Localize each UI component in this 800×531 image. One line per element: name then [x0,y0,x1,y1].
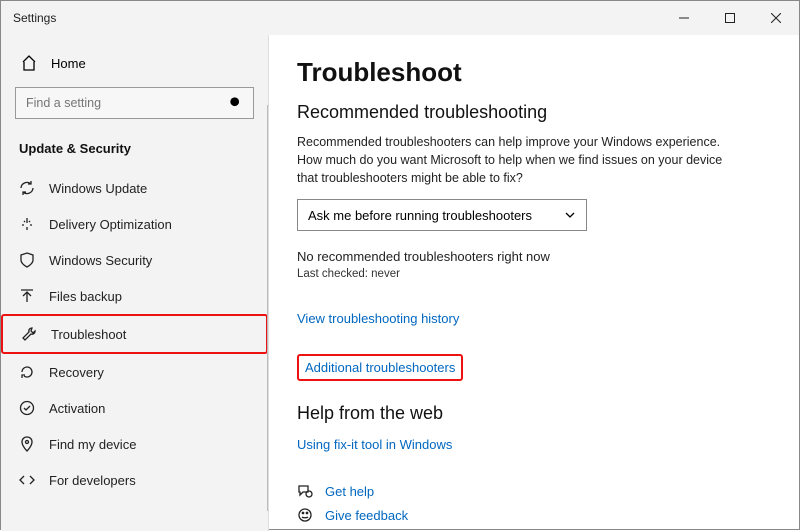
title-bar: Settings [1,1,799,35]
check-circle-icon [19,400,35,416]
sidebar-item-label: Delivery Optimization [49,217,172,232]
sidebar-item-label: Windows Security [49,253,152,268]
recovery-icon [19,364,35,380]
help-heading: Help from the web [297,403,771,424]
recommended-description: Recommended troubleshooters can help imp… [297,133,727,187]
sidebar-item-recovery[interactable]: Recovery [1,354,268,390]
get-help-icon [297,483,313,499]
give-feedback-row[interactable]: Give feedback [297,507,408,523]
chevron-down-icon [564,209,576,221]
troubleshoot-preference-dropdown[interactable]: Ask me before running troubleshooters [297,199,587,231]
maximize-button[interactable] [707,1,753,35]
sidebar-item-label: Files backup [49,289,122,304]
window-buttons [661,1,799,35]
sidebar-item-windows-security[interactable]: Windows Security [1,242,268,278]
sidebar-item-for-developers[interactable]: For developers [1,462,268,498]
view-history-link[interactable]: View troubleshooting history [297,311,459,326]
main-area: Home Update & Security Windows Update De… [1,35,799,531]
sidebar-item-label: Troubleshoot [51,327,126,342]
location-icon [19,436,35,452]
content-pane: Troubleshoot Recommended troubleshooting… [269,35,799,531]
close-button[interactable] [753,1,799,35]
window-title: Settings [13,11,56,25]
search-input[interactable] [26,96,210,110]
no-recommended-text: No recommended troubleshooters right now [297,249,771,264]
search-box[interactable] [15,87,254,119]
sync-icon [19,180,35,196]
footer-links: Get help Give feedback [297,483,408,523]
scrollbar-indicator [267,105,268,511]
minimize-button[interactable] [661,1,707,35]
wrench-icon [21,326,37,342]
sidebar-item-label: Find my device [49,437,136,452]
home-button[interactable]: Home [1,49,268,83]
delivery-icon [19,216,35,232]
sidebar-item-delivery-optimization[interactable]: Delivery Optimization [1,206,268,242]
sidebar-item-activation[interactable]: Activation [1,390,268,426]
sidebar-item-troubleshoot[interactable]: Troubleshoot [1,314,268,354]
shield-icon [19,252,35,268]
backup-icon [19,288,35,304]
sidebar: Home Update & Security Windows Update De… [1,35,269,531]
section-header: Update & Security [1,131,268,170]
sidebar-item-files-backup[interactable]: Files backup [1,278,268,314]
sidebar-item-label: Activation [49,401,105,416]
sidebar-item-windows-update[interactable]: Windows Update [1,170,268,206]
feedback-icon [297,507,313,523]
dropdown-value: Ask me before running troubleshooters [308,208,532,223]
sidebar-item-find-my-device[interactable]: Find my device [1,426,268,462]
get-help-row[interactable]: Get help [297,483,408,499]
sidebar-item-label: Recovery [49,365,104,380]
help-fixit-link[interactable]: Using fix-it tool in Windows [297,437,452,452]
sidebar-item-label: Windows Update [49,181,147,196]
search-icon [229,96,243,110]
home-label: Home [51,56,86,71]
last-checked-text: Last checked: never [297,268,771,280]
page-title: Troubleshoot [297,57,771,88]
section-subheading-recommended: Recommended troubleshooting [297,102,771,123]
give-feedback-link[interactable]: Give feedback [325,508,408,523]
home-icon [21,55,37,71]
get-help-link[interactable]: Get help [325,484,374,499]
sidebar-item-label: For developers [49,473,136,488]
developers-icon [19,472,35,488]
additional-troubleshooters-link[interactable]: Additional troubleshooters [297,354,463,381]
